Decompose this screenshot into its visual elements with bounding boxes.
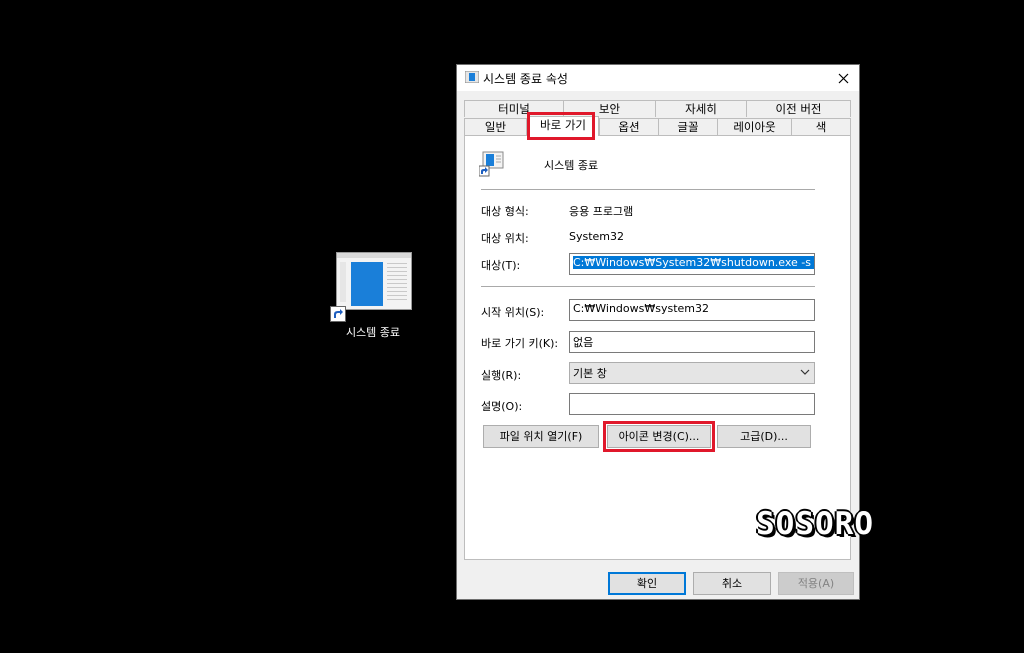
hotkey-text: 없음 [573,336,594,349]
title-bar: 시스템 종료 속성 [457,65,859,91]
app-icon [465,71,479,83]
window-title: 시스템 종료 속성 [483,72,568,86]
ok-button[interactable]: 확인 [608,572,686,595]
highlight-box-change-icon [603,421,715,452]
start-in-text: C:₩Windows₩system32 [573,302,710,315]
comment-label: 설명(O): [481,400,523,413]
close-button[interactable] [827,65,859,91]
divider [481,189,815,190]
tab-layout[interactable]: 레이아웃 [717,118,792,135]
open-file-location-button[interactable]: 파일 위치 열기(F) [483,425,599,448]
target-type-label: 대상 형식: [481,205,529,218]
desktop-icon-label: 시스템 종료 [345,326,401,339]
start-in-label: 시작 위치(S): [481,306,545,319]
target-label: 대상(T): [481,259,521,272]
cancel-button[interactable]: 취소 [693,572,771,595]
target-location-value: System32 [569,230,625,243]
run-select[interactable]: 기본 창 [569,362,815,384]
tab-font[interactable]: 글꼴 [658,118,718,135]
target-location-label: 대상 위치: [481,232,529,245]
close-icon [838,73,848,83]
start-in-input[interactable]: C:₩Windows₩system32 [569,299,815,321]
comment-input[interactable] [569,393,815,415]
divider [481,286,815,287]
apply-button[interactable]: 적용(A) [778,572,854,595]
tab-options[interactable]: 옵션 [599,118,659,135]
shortcut-app-icon [479,151,504,177]
chevron-down-icon [800,369,810,375]
run-selected-value: 기본 창 [573,367,607,380]
watermark-logo: SOSORO [756,506,874,542]
shortcut-name: 시스템 종료 [544,159,599,172]
tab-general[interactable]: 일반 [464,118,527,135]
tab-previous-versions[interactable]: 이전 버전 [746,100,851,117]
target-input[interactable]: C:₩Windows₩System32₩shutdown.exe -s -t -… [569,253,815,275]
tab-colors[interactable]: 색 [791,118,851,135]
shortcut-panel: 시스템 종료 대상 형식: 응용 프로그램 대상 위치: System32 대상… [464,135,851,560]
advanced-button[interactable]: 고급(D)... [717,425,811,448]
shortcut-arrow-icon [330,306,346,322]
target-type-value: 응용 프로그램 [569,205,634,218]
tab-details[interactable]: 자세히 [655,100,747,117]
hotkey-input[interactable]: 없음 [569,331,815,353]
run-label: 실행(R): [481,369,522,382]
highlight-box-shortcut-tab [527,112,595,140]
app-thumbnail-icon [336,252,412,310]
target-text: C:₩Windows₩System32₩shutdown.exe -s -t -… [573,256,814,269]
hotkey-label: 바로 가기 키(K): [481,337,559,350]
